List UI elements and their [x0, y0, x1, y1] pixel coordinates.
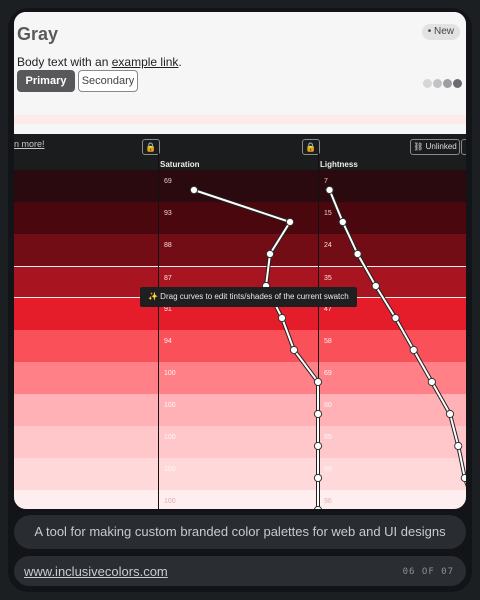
lightness-curve-handle[interactable]	[391, 313, 400, 323]
lightness-curve-handle[interactable]	[454, 441, 463, 451]
lightness-curve-handle[interactable]	[427, 377, 436, 387]
saturation-curve-handle[interactable]	[277, 313, 287, 323]
footer-bar: www.inclusivecolors.com 06 OF 07	[14, 556, 466, 586]
secondary-button[interactable]: Secondary	[78, 70, 138, 92]
curve-tooltip: ✨ Drag curves to edit tints/shades of th…	[140, 287, 357, 307]
saturation-curve-handle[interactable]	[285, 217, 295, 227]
body-suffix: .	[178, 55, 182, 69]
example-link[interactable]: example link	[112, 55, 179, 69]
saturation-curve-handle[interactable]	[265, 249, 275, 259]
lightness-curve-handle[interactable]	[325, 185, 334, 195]
swatch-title: Gray	[17, 24, 59, 44]
swatch-dot	[453, 79, 462, 88]
preview-divider	[14, 115, 466, 124]
saturation-curve-shadow	[193, 188, 320, 509]
saturation-curve[interactable]	[193, 189, 319, 509]
body-prefix: Body text with an	[17, 55, 112, 69]
page-counter: 06 OF 07	[402, 567, 454, 577]
swatch-dot	[423, 79, 432, 88]
saturation-curve-handle[interactable]	[313, 409, 323, 419]
app-card: Gray • New Body text with an example lin…	[14, 12, 466, 509]
site-link[interactable]: www.inclusivecolors.com	[24, 564, 168, 579]
saturation-curve-handle[interactable]	[313, 441, 323, 451]
body-text: Body text with an example link.	[17, 55, 182, 69]
lightness-curve-handle[interactable]	[409, 345, 418, 355]
saturation-curve-handle[interactable]	[289, 345, 299, 355]
lightness-curve[interactable]	[328, 189, 466, 509]
lightness-curve-handle[interactable]	[371, 281, 380, 291]
lightness-curve-handle[interactable]	[338, 217, 347, 227]
saturation-curve-handle[interactable]	[314, 505, 322, 509]
saturation-curve-handle[interactable]	[313, 377, 323, 387]
preview-panel: Gray • New Body text with an example lin…	[14, 12, 466, 124]
saturation-curve-handle[interactable]	[313, 473, 323, 483]
lightness-curve-handle[interactable]	[460, 473, 466, 483]
palette-editor: n more! 🔒 🔒 ⛓ Unlinked Saturation Lightn…	[14, 134, 466, 509]
swatch-dot	[433, 79, 442, 88]
primary-button[interactable]: Primary	[17, 70, 75, 92]
lightness-curve-handle[interactable]	[445, 409, 455, 419]
curves-overlay[interactable]	[14, 134, 466, 509]
lightness-curve-handle[interactable]	[353, 249, 362, 259]
saturation-curve-handle[interactable]	[189, 185, 199, 195]
new-badge: • New	[421, 24, 460, 40]
swatch-dot	[443, 79, 452, 88]
swatch-dots	[422, 75, 462, 93]
tagline: A tool for making custom branded color p…	[14, 515, 466, 549]
